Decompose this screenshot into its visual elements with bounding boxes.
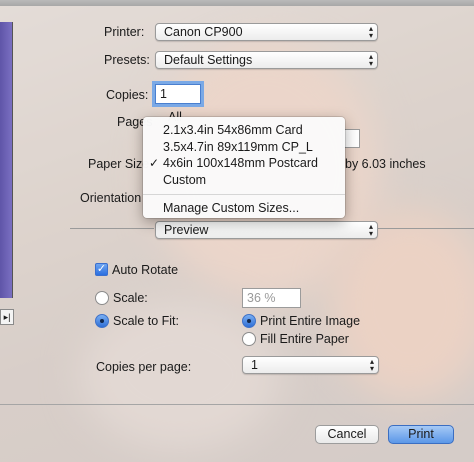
popup-arrows-icon: ▴ ▾	[369, 357, 374, 373]
section-popup-value: Preview	[164, 223, 209, 237]
scale-radio[interactable]	[95, 291, 109, 305]
popup-arrows-icon: ▴ ▾	[368, 24, 373, 40]
orientation-label: Orientation	[80, 191, 142, 205]
scale-field[interactable]: 36 %	[242, 288, 301, 308]
copies-label: Copies:	[106, 88, 149, 102]
checkmark-icon: ✓	[149, 156, 160, 170]
section-divider-left	[70, 228, 154, 229]
paper-size-dimensions: by 6.03 inches	[345, 157, 426, 171]
cancel-button[interactable]: Cancel	[315, 425, 379, 444]
popup-arrows-icon: ▴ ▾	[368, 52, 373, 68]
paper-size-menu: 2.1x3.4in 54x86mm Card 3.5x4.7in 89x119m…	[143, 117, 345, 218]
print-button[interactable]: Print	[388, 425, 454, 444]
menu-item-cp-l[interactable]: 3.5x4.7in 89x119mm CP_L	[163, 140, 313, 154]
copies-per-page-value: 1	[251, 358, 258, 372]
menu-item-manage-custom-sizes[interactable]: Manage Custom Sizes...	[163, 201, 299, 215]
auto-rotate-label: Auto Rotate	[112, 263, 179, 277]
presets-label: Presets:	[104, 53, 150, 67]
footer-divider	[0, 404, 474, 405]
scale-label: Scale:	[113, 291, 148, 305]
printer-value: Canon CP900	[164, 25, 243, 39]
preview-nav-button[interactable]: ▸|	[0, 309, 14, 325]
printer-label: Printer:	[104, 25, 145, 39]
preview-thumbnail	[0, 22, 13, 298]
printer-popup[interactable]: Canon CP900 ▴ ▾	[155, 23, 378, 41]
menu-item-postcard[interactable]: 4x6in 100x148mm Postcard	[163, 156, 318, 170]
popup-arrows-icon: ▴ ▾	[368, 222, 373, 238]
menu-item-custom[interactable]: Custom	[163, 173, 206, 187]
menu-separator	[143, 194, 345, 195]
window-top-edge	[0, 0, 474, 6]
menu-item-card[interactable]: 2.1x3.4in 54x86mm Card	[163, 123, 303, 137]
section-divider-right	[378, 228, 474, 229]
copies-per-page-label: Copies per page:	[96, 360, 192, 374]
section-popup[interactable]: Preview ▴ ▾	[155, 221, 378, 239]
paper-size-label: Paper Size	[88, 157, 150, 171]
scale-to-fit-label: Scale to Fit:	[113, 314, 179, 328]
presets-popup[interactable]: Default Settings ▴ ▾	[155, 51, 378, 69]
scale-to-fit-radio[interactable]	[95, 314, 109, 328]
copies-per-page-popup[interactable]: 1 ▴ ▾	[242, 356, 379, 374]
auto-rotate-checkbox[interactable]: ✓	[95, 263, 108, 276]
print-entire-image-radio[interactable]	[242, 314, 256, 328]
print-entire-image-label: Print Entire Image	[260, 314, 361, 328]
fill-entire-paper-radio[interactable]	[242, 332, 256, 346]
presets-value: Default Settings	[164, 53, 253, 67]
fill-entire-paper-label: Fill Entire Paper	[260, 332, 349, 346]
copies-field[interactable]: 1	[155, 84, 201, 104]
